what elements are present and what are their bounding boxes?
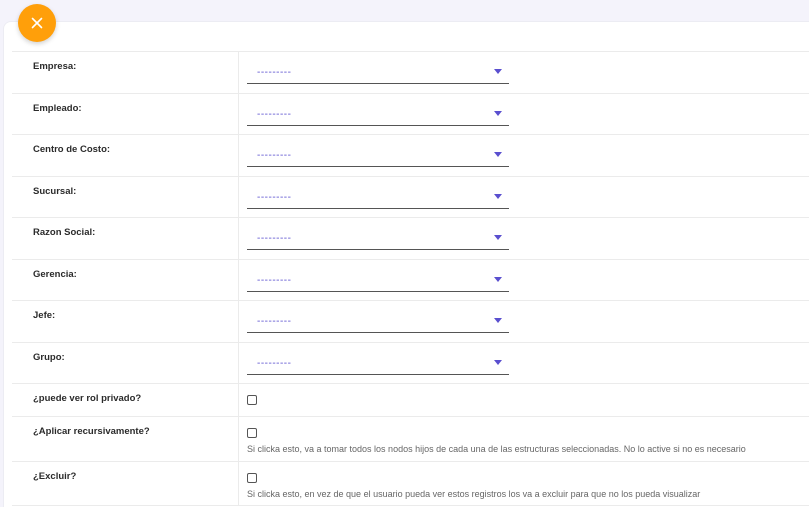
select-value: --------- <box>257 274 292 286</box>
field-label: ¿Excluir? <box>12 462 239 505</box>
caret-down-icon <box>494 235 502 240</box>
field-label: Grupo: <box>12 342 239 383</box>
select-value: --------- <box>257 150 292 161</box>
form-row-sucursal: Sucursal: --------- <box>12 175 809 217</box>
form-row-jefe: Jefe: --------- <box>12 300 809 342</box>
field-label: Gerencia: <box>12 259 239 300</box>
caret-down-icon <box>494 69 502 74</box>
form-card: Empresa: --------- Empleado: --------- C… <box>3 21 809 507</box>
field-label: Empleado: <box>12 93 239 134</box>
rol-privado-checkbox[interactable] <box>247 395 257 405</box>
form-row-centro-de-costo: Centro de Costo: --------- <box>12 134 809 176</box>
select-value: --------- <box>257 191 292 203</box>
filter-form: Empresa: --------- Empleado: --------- C… <box>12 51 809 506</box>
form-row-recursivo: ¿Aplicar recursivamente? Si clicka esto,… <box>12 416 809 461</box>
caret-down-icon <box>494 318 502 323</box>
field-label: ¿Aplicar recursivamente? <box>12 417 239 461</box>
select-value: --------- <box>257 233 292 244</box>
field-label: Sucursal: <box>12 176 239 217</box>
grupo-select[interactable]: --------- <box>247 351 509 375</box>
caret-down-icon <box>494 359 502 365</box>
form-row-empresa: Empresa: --------- <box>12 51 809 93</box>
caret-down-icon <box>494 110 502 116</box>
form-row-rol-privado: ¿puede ver rol privado? <box>12 383 809 416</box>
select-value: --------- <box>257 108 292 120</box>
field-label: ¿puede ver rol privado? <box>12 384 239 416</box>
field-label: Razon Social: <box>12 218 239 259</box>
excluir-checkbox[interactable] <box>247 473 257 483</box>
select-value: --------- <box>257 357 292 369</box>
centro-de-costo-select[interactable]: --------- <box>247 143 509 167</box>
caret-down-icon <box>494 152 502 157</box>
field-label: Jefe: <box>12 301 239 342</box>
empresa-select[interactable]: --------- <box>247 60 509 84</box>
caret-down-icon <box>494 276 502 282</box>
select-value: --------- <box>257 316 292 327</box>
razon-social-select[interactable]: --------- <box>247 226 509 250</box>
help-text: Si clicka esto, en vez de que el usuario… <box>247 489 701 499</box>
recursivo-checkbox[interactable] <box>247 428 257 438</box>
caret-down-icon <box>494 193 502 199</box>
empleado-select[interactable]: --------- <box>247 102 509 126</box>
close-icon <box>31 17 43 29</box>
form-row-razon-social: Razon Social: --------- <box>12 217 809 259</box>
form-row-grupo: Grupo: --------- <box>12 341 809 383</box>
form-row-gerencia: Gerencia: --------- <box>12 258 809 300</box>
select-value: --------- <box>257 67 292 78</box>
jefe-select[interactable]: --------- <box>247 309 509 333</box>
close-button[interactable] <box>18 4 56 42</box>
help-text: Si clicka esto, va a tomar todos los nod… <box>247 444 746 454</box>
sucursal-select[interactable]: --------- <box>247 185 509 209</box>
field-label: Empresa: <box>12 52 239 93</box>
form-row-empleado: Empleado: --------- <box>12 92 809 134</box>
gerencia-select[interactable]: --------- <box>247 268 509 292</box>
field-label: Centro de Costo: <box>12 135 239 176</box>
form-row-excluir: ¿Excluir? Si clicka esto, en vez de que … <box>12 461 809 506</box>
